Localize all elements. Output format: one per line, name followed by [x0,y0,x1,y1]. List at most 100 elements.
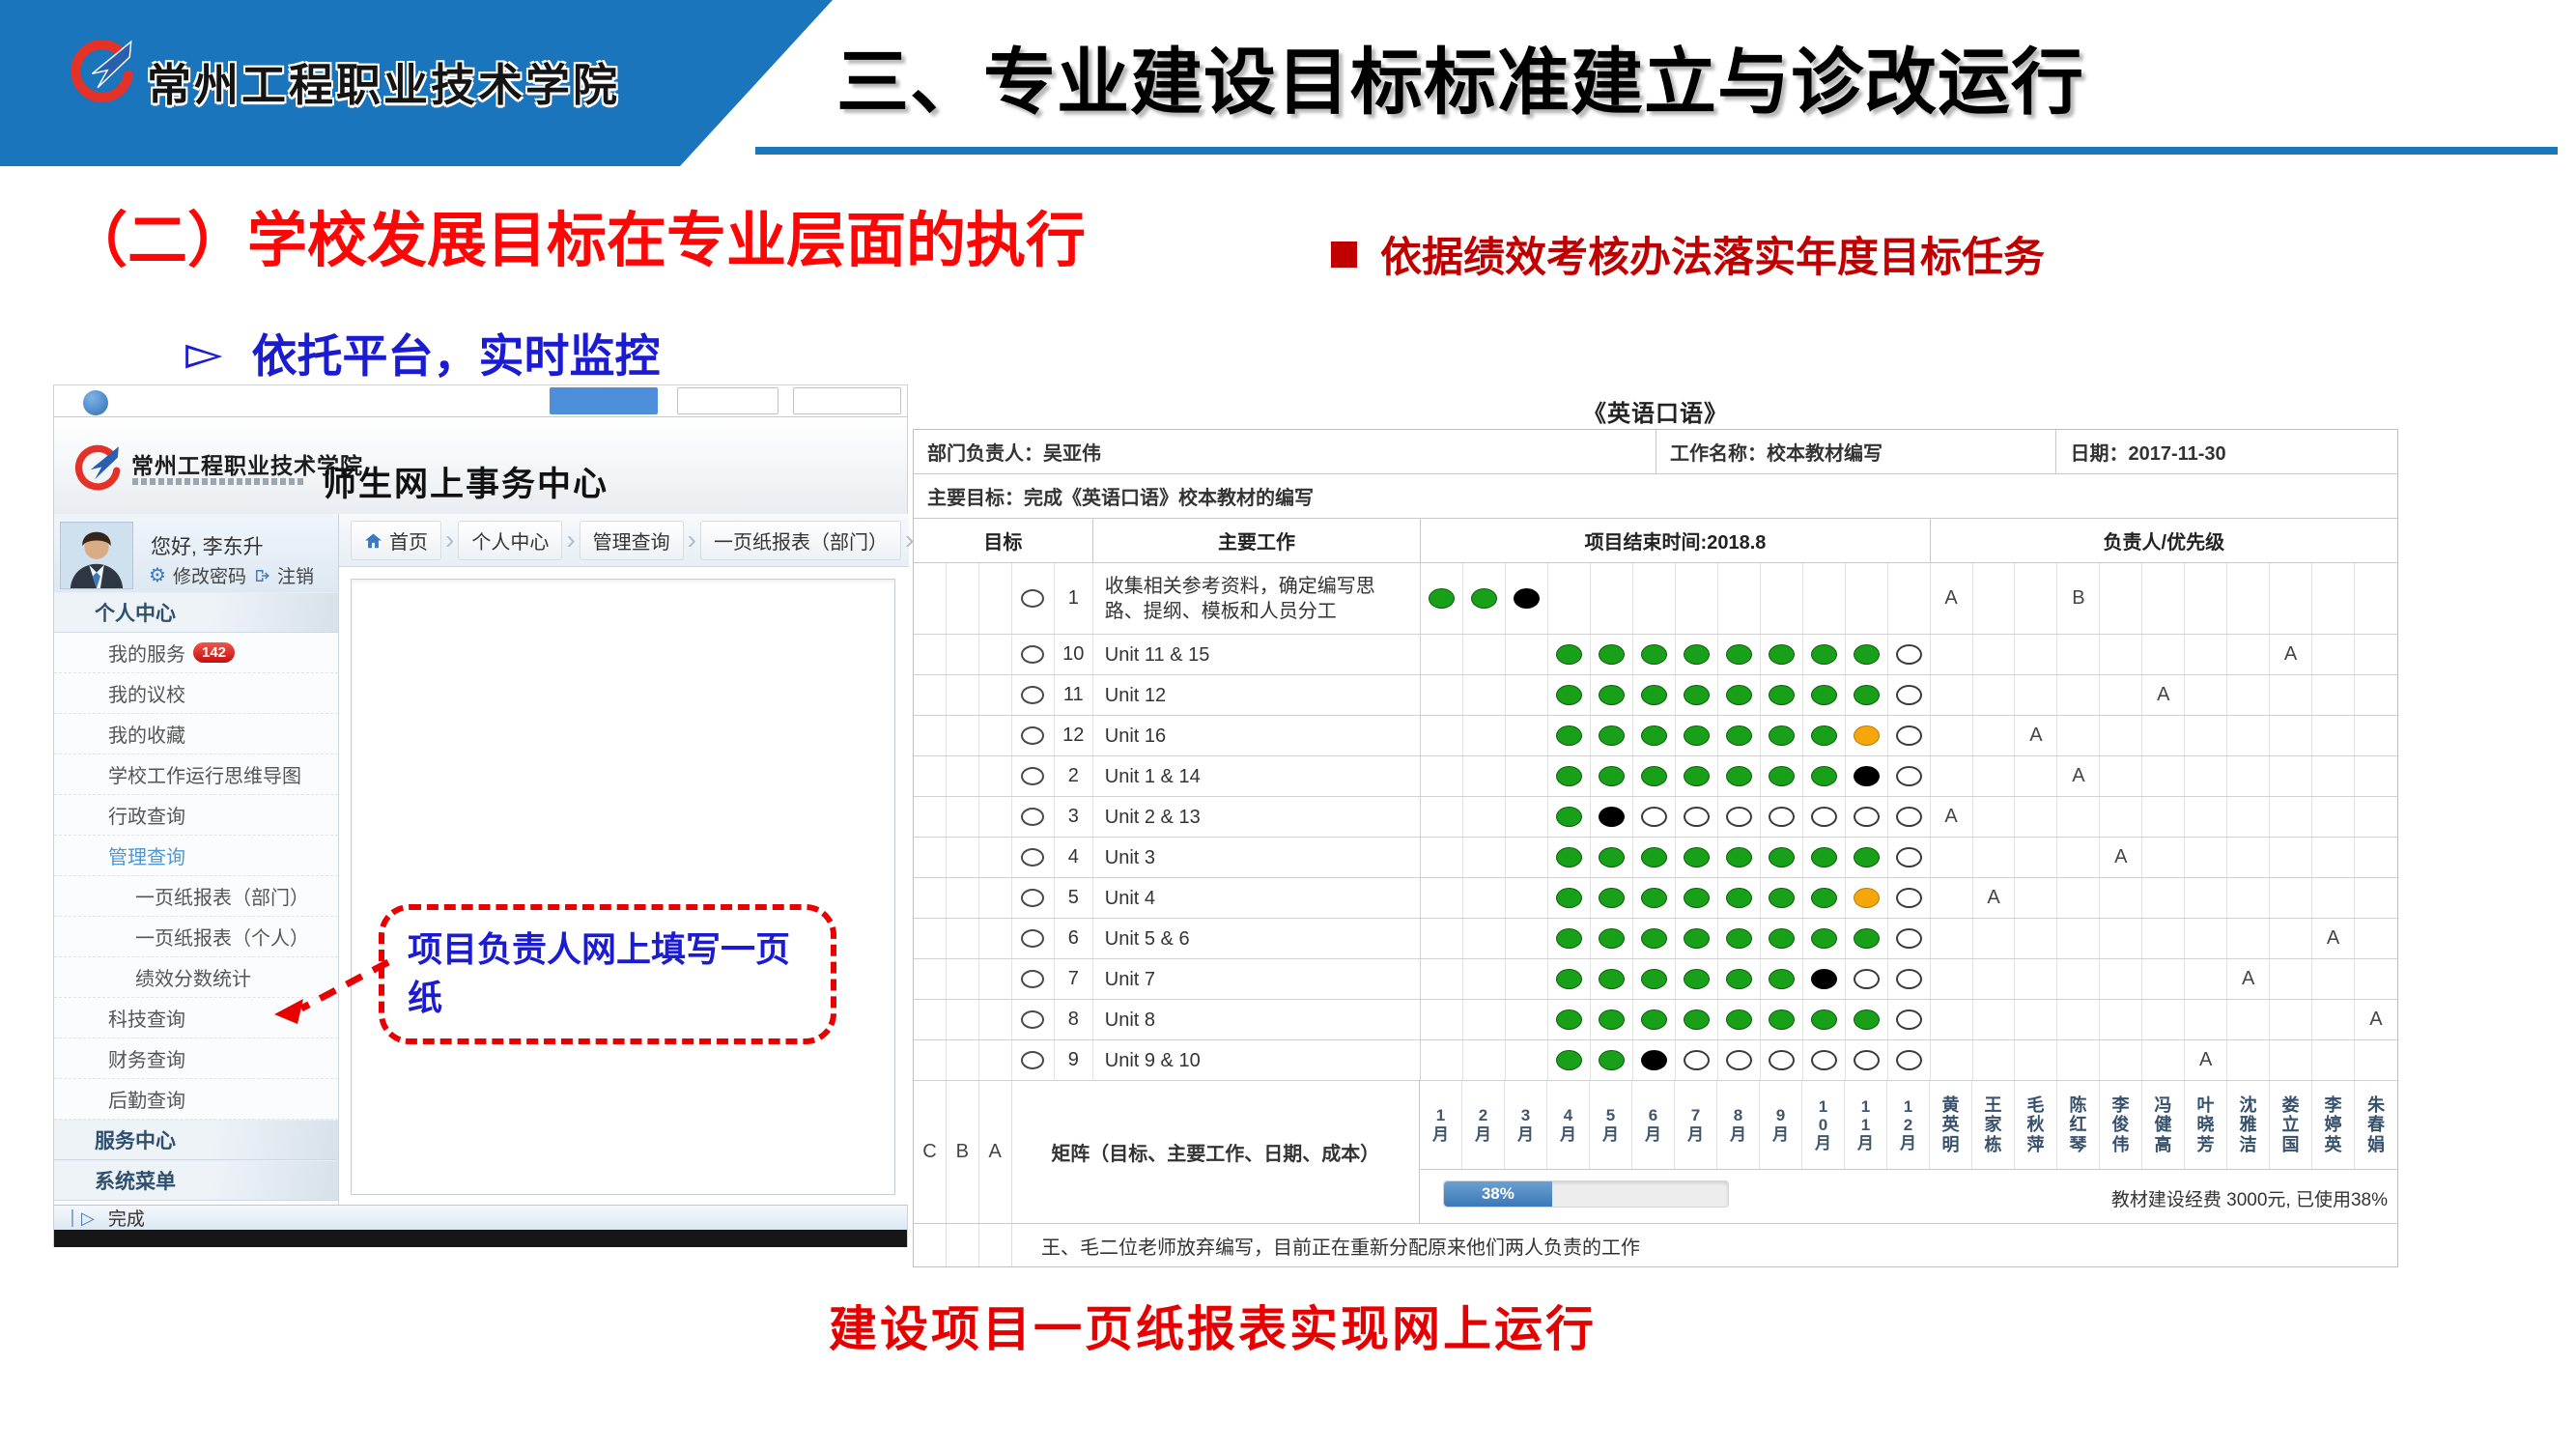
month-cell [1846,959,1888,999]
sidebar-item-系统菜单[interactable]: 系统菜单 [54,1160,338,1201]
target-circle-icon [1021,1051,1044,1069]
bullet-performance: 依据绩效考核办法落实年度目标任务 [1331,224,2045,284]
month-cell [1888,756,1931,796]
status-dot-green-done [1556,888,1582,908]
status-text: 完成 [108,1205,145,1231]
status-dot-open-circle [1769,1050,1795,1070]
owner-priority-cell [2142,959,2185,999]
month-cell [1506,1040,1548,1080]
target-cell [1012,1040,1055,1080]
breadcrumb-item-2[interactable]: 个人中心 [458,521,562,560]
status-dot-green-done [1811,644,1837,665]
main-goal: 主要目标：完成《英语口语》校本教材的编写 [914,474,2397,519]
sidebar-item-管理查询[interactable]: 管理查询 [54,836,338,876]
month-cell [1506,959,1548,999]
month-cell [1506,838,1548,877]
month-cell [1506,797,1548,837]
report-row: 12Unit 16A [914,716,2397,756]
month-cell [1591,959,1633,999]
status-dot-black [1599,807,1625,827]
owner-priority-cell [2015,797,2057,837]
logout-link[interactable]: 注销 [277,562,314,588]
month-cell [1463,838,1506,877]
change-password-link[interactable]: 修改密码 [173,562,246,588]
target-circle-icon [1021,645,1044,664]
task-number-cell: 3 [1055,797,1093,837]
status-dot-green-done [1641,928,1667,949]
sidebar-item-服务中心[interactable]: 服务中心 [54,1120,338,1160]
status-dot-open-circle [1641,807,1667,827]
owner-priority-cell [2227,563,2270,634]
month-label: 4月 [1547,1081,1590,1169]
owner-priority-cell [1931,1000,1973,1039]
owner-priority-cell [2100,919,2142,958]
owner-priority-cell: B [2057,563,2100,634]
month-cell [1633,635,1676,674]
owner-priority-cell [2227,838,2270,877]
task-number-cell: 12 [1055,716,1093,755]
toolbar-primary-button[interactable] [550,387,658,414]
owner-priority-cell [1931,919,1973,958]
progress-fill: 38% [1444,1181,1552,1207]
sidebar-item-我的收藏[interactable]: 我的收藏 [54,714,338,754]
month-label: 1月 [1420,1081,1462,1169]
breadcrumb-item-4[interactable]: 一页纸报表（部门） [700,521,901,560]
sidebar-item-一页纸报表（个人）[interactable]: 一页纸报表（个人） [54,917,338,957]
month-cell [1846,797,1888,837]
month-label: 9月 [1760,1081,1802,1169]
month-cell [1846,838,1888,877]
month-cell [1463,919,1506,958]
owner-priority-cell [1973,635,2016,674]
owner-priority-cell [2270,838,2312,877]
owner-priority-cell [2270,959,2312,999]
square-bullet-icon [1331,242,1357,268]
owner-priority-cell [2270,797,2312,837]
sidebar-item-我的议校[interactable]: 我的议校 [54,673,338,714]
month-cell [1803,756,1846,796]
sidebar-item-学校工作运行思维导图[interactable]: 学校工作运行思维导图 [54,754,338,795]
sidebar-item-个人中心[interactable]: 个人中心 [54,592,338,633]
grade-spacer-cell [947,635,979,674]
sidebar-item-一页纸报表（部门）[interactable]: 一页纸报表（部门） [54,876,338,917]
sidebar-item-我的服务[interactable]: 我的服务142 [54,633,338,673]
matrix-label: 矩阵（目标、主要工作、日期、成本） [1012,1081,1420,1223]
owner-priority-cell [2015,1000,2057,1039]
report-title: 《英语口语》 [913,392,2398,429]
owner-priority-cell [2057,838,2100,877]
status-dot-green-done [1556,928,1582,949]
owner-priority-cell [2142,563,2185,634]
owner-priority-cell [2227,797,2270,837]
status-dot-black [1641,1050,1667,1070]
sidebar-item-财务查询[interactable]: 财务查询 [54,1038,338,1079]
toolbar-button[interactable] [677,387,778,414]
owner-priority-cell [2227,1000,2270,1039]
status-dot-green-done [1726,685,1752,705]
breadcrumb-item-1[interactable]: 首页 [351,521,441,560]
month-cell [1718,1000,1761,1039]
owner-priority-cell [1931,716,1973,755]
bottom-caption: 建设项目一页纸报表实现网上运行 [829,1291,1597,1360]
month-cell [1803,959,1846,999]
status-dot-green-done [1429,588,1455,609]
taskbar-strip [54,1230,907,1247]
toolbar-button[interactable] [793,387,901,414]
grade-spacer-cell [979,878,1012,918]
task-number-cell: 4 [1055,838,1093,877]
owner-priority-cell [1973,797,2016,837]
task-number-cell: 1 [1055,563,1093,634]
sidebar-item-后勤查询[interactable]: 后勤查询 [54,1079,338,1120]
sidebar-item-行政查询[interactable]: 行政查询 [54,795,338,836]
month-cell [1463,1000,1506,1039]
month-cell [1676,675,1718,715]
breadcrumb-item-3[interactable]: 管理查询 [580,521,684,560]
grade-spacer-cell [979,919,1012,958]
owner-priority-cell [2227,1040,2270,1080]
owner-priority-cell [2355,959,2397,999]
month-cell [1421,1000,1463,1039]
month-cell [1548,838,1591,877]
month-cell [1761,716,1803,755]
owner-priority-cell [2312,756,2355,796]
month-cell [1846,716,1888,755]
owner-priority-cell [2270,675,2312,715]
owner-priority-cell: A [1973,878,2016,918]
